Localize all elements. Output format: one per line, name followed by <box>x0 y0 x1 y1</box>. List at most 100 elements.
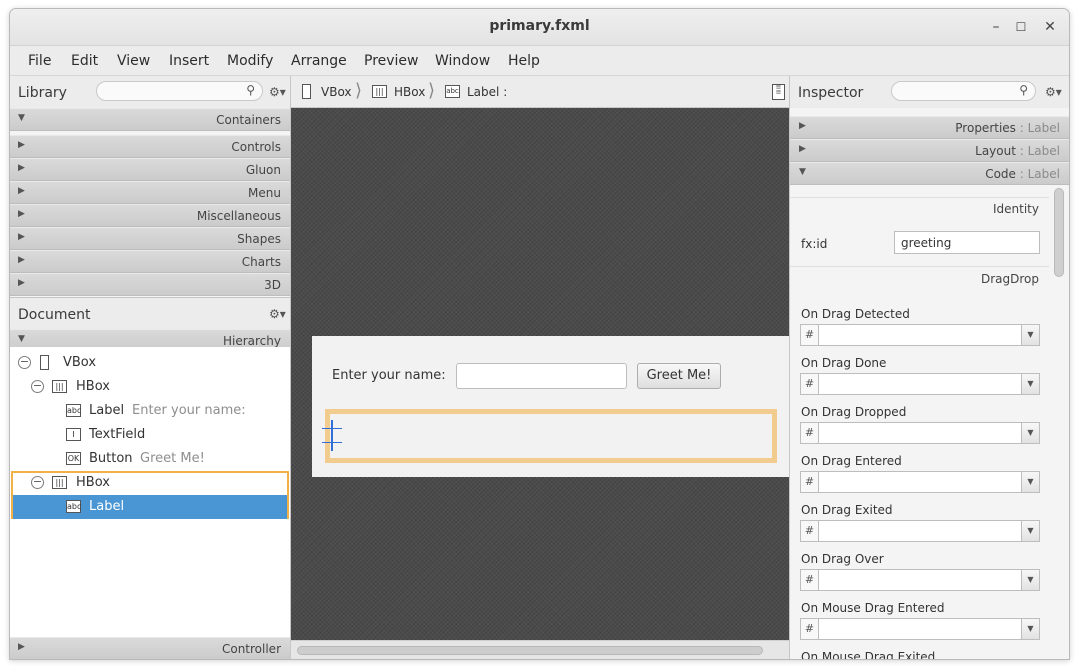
library-section-controls[interactable]: ▶ Controls <box>10 135 290 158</box>
inspector-section-properties[interactable]: ▶ Properties : Label <box>790 116 1069 139</box>
menu-file[interactable]: File <box>28 53 51 69</box>
handler-input[interactable] <box>818 618 1022 640</box>
menu-view[interactable]: View <box>117 53 150 69</box>
handler-input[interactable] <box>818 373 1022 395</box>
library-section-3d[interactable]: ▶ 3D <box>10 273 290 296</box>
handler-input[interactable] <box>818 520 1022 542</box>
event-label: On Drag Done <box>801 356 887 370</box>
hash-icon: # <box>800 520 818 542</box>
menu-insert[interactable]: Insert <box>169 53 209 69</box>
inspector-section-layout[interactable]: ▶ Layout : Label <box>790 139 1069 162</box>
menu-preview[interactable]: Preview <box>364 53 419 69</box>
app-window: primary.fxml – ☐ ✕ File Edit View Insert… <box>9 8 1070 660</box>
library-section-menu[interactable]: ▶ Menu <box>10 181 290 204</box>
library-search-input[interactable]: ⚲ <box>96 81 263 101</box>
event-handler-field[interactable]: # ▼ <box>800 373 1040 395</box>
tree-node-label[interactable]: abc Label Enter your name: <box>10 399 290 423</box>
library-section-shapes[interactable]: ▶ Shapes <box>10 227 290 250</box>
section-label: Code : Label <box>985 167 1060 181</box>
section-label: 3D <box>264 278 281 292</box>
chevron-down-icon[interactable]: ▼ <box>1022 471 1040 493</box>
collapsed-arrow-icon: ▶ <box>799 144 806 154</box>
hash-icon: # <box>800 569 818 591</box>
breadcrumb-label[interactable]: Label : <box>467 85 507 99</box>
event-handler-field[interactable]: # ▼ <box>800 471 1040 493</box>
breadcrumb-vbox[interactable]: VBox <box>321 85 352 99</box>
menu-bar: File Edit View Insert Modify Arrange Pre… <box>10 46 1069 76</box>
tree-node-textfield[interactable]: I TextField <box>10 423 290 447</box>
tree-node-button[interactable]: OK Button Greet Me! <box>10 447 290 471</box>
resize-handle-icon[interactable] <box>322 420 342 451</box>
vertical-scrollbar-thumb[interactable] <box>1054 188 1064 277</box>
hash-icon: # <box>800 324 818 346</box>
greet-button[interactable]: Greet Me! <box>637 363 721 389</box>
menu-modify[interactable]: Modify <box>227 53 273 69</box>
chevron-down-icon[interactable]: ▼ <box>1022 520 1040 542</box>
event-handler-field[interactable]: # ▼ <box>800 618 1040 640</box>
menu-arrange[interactable]: Arrange <box>291 53 347 69</box>
collapsed-arrow-icon: ▶ <box>18 255 25 265</box>
minimize-button[interactable]: – <box>985 16 1007 38</box>
tree-node-vbox[interactable]: − VBox <box>10 351 290 375</box>
selected-hbox-outline[interactable] <box>325 409 777 463</box>
hash-icon: # <box>800 618 818 640</box>
chevron-down-icon[interactable]: ▼ <box>1022 373 1040 395</box>
tree-node-hbox[interactable]: − ||| HBox <box>10 375 290 399</box>
chevron-down-icon[interactable]: ▼ <box>1022 569 1040 591</box>
fxid-input[interactable]: greeting <box>894 231 1040 254</box>
collapse-icon[interactable]: − <box>31 380 44 393</box>
menu-help[interactable]: Help <box>508 53 540 69</box>
menu-window[interactable]: Window <box>435 53 490 69</box>
library-section-gluon[interactable]: ▶ Gluon <box>10 158 290 181</box>
inspector-title: Inspector <box>798 85 864 101</box>
left-panel: Library ⚲ ⚙▾ ▼ Containers ▶ Controls ▶ G… <box>10 76 291 659</box>
node-type: Button <box>89 451 133 466</box>
event-label: On Drag Dropped <box>801 405 907 419</box>
controller-section[interactable]: ▶ Controller <box>10 637 290 659</box>
gear-icon[interactable]: ⚙▾ <box>1045 85 1062 99</box>
library-section-containers[interactable]: ▼ Containers <box>10 108 290 131</box>
inspector-search-input[interactable]: ⚲ <box>891 81 1036 101</box>
event-label: On Drag Over <box>801 552 884 566</box>
handler-input[interactable] <box>818 569 1022 591</box>
event-handler-field[interactable]: # ▼ <box>800 520 1040 542</box>
section-label: Controller <box>221 642 281 656</box>
handler-input[interactable] <box>818 471 1022 493</box>
event-handler-field[interactable]: # ▼ <box>800 422 1040 444</box>
inspector-header: Inspector ⚲ ⚙▾ <box>790 76 1069 108</box>
chevron-down-icon[interactable]: ▼ <box>1022 618 1040 640</box>
collapsed-arrow-icon: ▶ <box>18 209 25 219</box>
chevron-down-icon[interactable]: ▼ <box>1022 422 1040 444</box>
design-canvas[interactable]: Enter your name: Greet Me! <box>291 108 790 640</box>
name-text-field[interactable] <box>456 363 627 389</box>
horizontal-scrollbar[interactable] <box>291 640 789 659</box>
divider <box>790 266 1049 267</box>
event-handler-field[interactable]: # ▼ <box>800 324 1040 346</box>
library-section-charts[interactable]: ▶ Charts <box>10 250 290 273</box>
handler-input[interactable] <box>818 422 1022 444</box>
gear-icon[interactable]: ⚙▾ <box>269 307 286 321</box>
section-label: Charts <box>241 255 281 269</box>
event-handler-field[interactable]: # ▼ <box>800 569 1040 591</box>
chevron-right-icon: ⟩ <box>355 80 363 101</box>
document-icon[interactable]: ≡ ≡ <box>772 84 785 100</box>
scrollbar-thumb[interactable] <box>297 646 763 655</box>
collapse-icon[interactable]: − <box>31 476 44 489</box>
breadcrumb-hbox[interactable]: HBox <box>394 85 425 99</box>
vbox-icon <box>302 84 311 99</box>
name-prompt-label[interactable]: Enter your name: <box>332 368 446 383</box>
gear-icon[interactable]: ⚙▾ <box>269 85 286 99</box>
tree-node-hbox-2[interactable]: − ||| HBox <box>10 471 290 495</box>
chevron-down-icon[interactable]: ▼ <box>1022 324 1040 346</box>
close-button[interactable]: ✕ <box>1039 16 1061 38</box>
expanded-arrow-icon: ▼ <box>18 113 25 123</box>
section-label: Hierarchy <box>222 334 281 348</box>
handler-input[interactable] <box>818 324 1022 346</box>
tree-node-label-selected[interactable]: abc Label <box>13 495 287 519</box>
menu-edit[interactable]: Edit <box>71 53 98 69</box>
inspector-section-code[interactable]: ▼ Code : Label <box>790 162 1069 185</box>
collapse-icon[interactable]: − <box>18 356 31 369</box>
library-section-miscellaneous[interactable]: ▶ Miscellaneous <box>10 204 290 227</box>
maximize-button[interactable]: ☐ <box>1010 16 1032 38</box>
collapsed-arrow-icon: ▶ <box>18 140 25 150</box>
